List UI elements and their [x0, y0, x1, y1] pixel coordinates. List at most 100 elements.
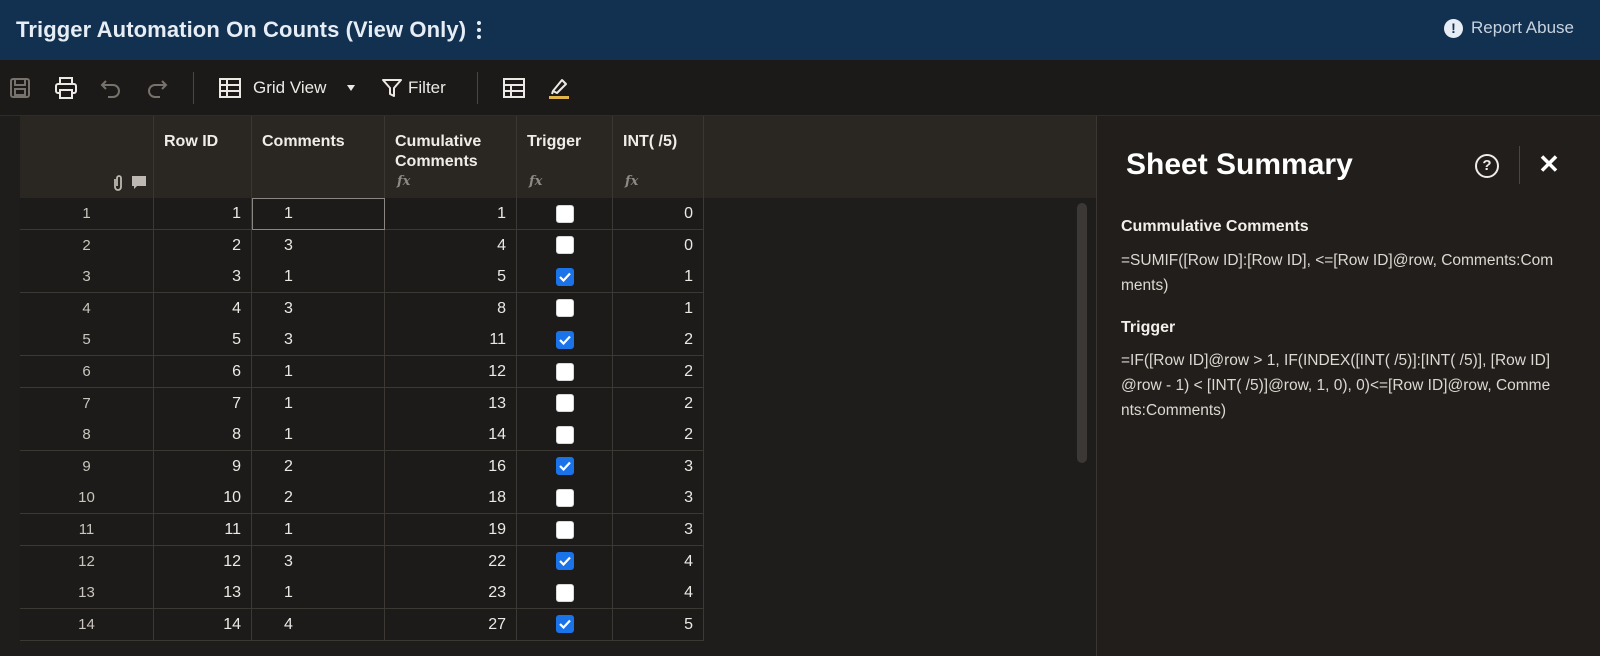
cumulative-comments-cell[interactable]: 8 [385, 292, 517, 325]
int-cell[interactable]: 1 [613, 292, 704, 325]
row-number-cell[interactable]: 9 [20, 450, 154, 483]
row-id-cell[interactable]: 13 [154, 577, 252, 610]
int-cell[interactable]: 2 [613, 419, 704, 452]
filter-button[interactable]: Filter [408, 78, 446, 98]
comments-cell[interactable]: 3 [252, 324, 385, 357]
int-cell[interactable]: 3 [613, 482, 704, 515]
int-cell[interactable]: 2 [613, 387, 704, 420]
comments-cell[interactable]: 1 [252, 356, 385, 388]
row-number-cell[interactable]: 12 [20, 545, 154, 578]
trigger-cell[interactable] [517, 482, 613, 515]
row-id-cell[interactable]: 10 [154, 482, 252, 515]
trigger-checkbox[interactable] [555, 583, 574, 602]
comments-cell[interactable]: 1 [252, 261, 385, 294]
cumulative-comments-cell[interactable]: 16 [385, 450, 517, 483]
trigger-cell[interactable] [517, 324, 613, 357]
row-number-cell[interactable]: 5 [20, 324, 154, 357]
report-abuse-link[interactable]: ! Report Abuse [1443, 18, 1574, 38]
cumulative-comments-cell[interactable]: 18 [385, 482, 517, 515]
trigger-cell[interactable] [517, 419, 613, 452]
table-row[interactable]: 44381 [20, 292, 706, 325]
redo-icon[interactable] [145, 76, 169, 100]
row-id-cell[interactable]: 6 [154, 356, 252, 388]
trigger-checkbox[interactable] [555, 552, 574, 571]
highlight-icon[interactable] [547, 76, 571, 100]
int-cell[interactable]: 1 [613, 261, 704, 294]
filter-icon[interactable] [380, 76, 404, 100]
int-cell[interactable]: 0 [613, 229, 704, 262]
table-icon[interactable] [502, 76, 526, 100]
comments-cell[interactable]: 1 [252, 387, 385, 420]
int-cell[interactable]: 4 [613, 577, 704, 610]
comments-cell[interactable]: 1 [252, 514, 385, 546]
column-header-trigger[interactable]: Trigger fx [517, 116, 613, 198]
row-id-cell[interactable]: 2 [154, 229, 252, 262]
int-cell[interactable]: 5 [613, 608, 704, 641]
comments-cell[interactable]: 1 [252, 419, 385, 452]
row-id-cell[interactable]: 11 [154, 514, 252, 546]
cumulative-comments-cell[interactable]: 11 [385, 324, 517, 357]
trigger-checkbox[interactable] [555, 204, 574, 223]
cumulative-comments-cell[interactable]: 5 [385, 261, 517, 294]
save-icon[interactable] [8, 76, 32, 100]
trigger-checkbox[interactable] [555, 488, 574, 507]
grid-view-button[interactable]: Grid View [253, 78, 326, 98]
column-header-cumulative-comments[interactable]: Cumulative Comments fx [385, 116, 517, 198]
comments-cell[interactable]: 1 [252, 198, 385, 230]
trigger-cell[interactable] [517, 387, 613, 420]
int-cell[interactable]: 2 [613, 356, 704, 388]
close-icon[interactable]: ✕ [1537, 151, 1561, 177]
row-id-cell[interactable]: 1 [154, 198, 252, 230]
trigger-cell[interactable] [517, 545, 613, 578]
column-header-int[interactable]: INT( /5) fx [613, 116, 704, 198]
table-row[interactable]: 5 5 3 11 2 [20, 324, 706, 357]
attachment-icon[interactable] [111, 174, 125, 192]
row-id-cell[interactable]: 3 [154, 261, 252, 294]
row-number-cell[interactable]: 7 [20, 387, 154, 420]
comment-icon[interactable] [131, 175, 147, 191]
grid-view-icon[interactable] [218, 76, 242, 100]
trigger-cell[interactable] [517, 514, 613, 546]
row-number-cell[interactable]: 1 [20, 198, 154, 230]
row-id-cell[interactable]: 8 [154, 419, 252, 452]
cumulative-comments-cell[interactable]: 13 [385, 387, 517, 420]
cumulative-comments-cell[interactable]: 1 [385, 198, 517, 230]
trigger-checkbox[interactable] [555, 457, 574, 476]
row-id-cell[interactable]: 7 [154, 387, 252, 420]
comments-cell[interactable]: 2 [252, 482, 385, 515]
table-row[interactable]: 14 14 4 27 5 [20, 608, 706, 641]
cumulative-comments-cell[interactable]: 12 [385, 356, 517, 388]
comments-cell[interactable]: 1 [252, 577, 385, 610]
int-cell[interactable]: 4 [613, 545, 704, 578]
row-number-cell[interactable]: 6 [20, 356, 154, 388]
row-number-cell[interactable]: 4 [20, 292, 154, 325]
table-row[interactable]: 33151 [20, 261, 706, 294]
table-row[interactable]: 7 7 1 13 2 [20, 387, 706, 420]
row-id-cell[interactable]: 9 [154, 450, 252, 483]
cumulative-comments-cell[interactable]: 22 [385, 545, 517, 578]
trigger-checkbox[interactable] [555, 267, 574, 286]
comments-cell[interactable]: 3 [252, 229, 385, 262]
more-options-icon[interactable] [474, 19, 484, 41]
int-cell[interactable]: 2 [613, 324, 704, 357]
column-header-row-id[interactable]: Row ID [154, 116, 252, 198]
trigger-cell[interactable] [517, 577, 613, 610]
help-icon[interactable]: ? [1475, 154, 1499, 178]
trigger-checkbox[interactable] [555, 520, 574, 539]
comments-cell[interactable]: 2 [252, 450, 385, 483]
cumulative-comments-cell[interactable]: 14 [385, 419, 517, 452]
print-icon[interactable] [54, 76, 78, 100]
trigger-cell[interactable] [517, 608, 613, 641]
trigger-cell[interactable] [517, 229, 613, 262]
trigger-checkbox[interactable] [555, 425, 574, 444]
undo-icon[interactable] [99, 76, 123, 100]
int-cell[interactable]: 3 [613, 450, 704, 483]
table-row[interactable]: 22340 [20, 229, 706, 262]
row-id-cell[interactable]: 14 [154, 608, 252, 641]
cumulative-comments-cell[interactable]: 27 [385, 608, 517, 641]
comments-cell[interactable]: 4 [252, 608, 385, 641]
int-cell[interactable]: 3 [613, 514, 704, 546]
int-cell[interactable]: 0 [613, 198, 704, 230]
cumulative-comments-cell[interactable]: 19 [385, 514, 517, 546]
cumulative-comments-cell[interactable]: 23 [385, 577, 517, 610]
